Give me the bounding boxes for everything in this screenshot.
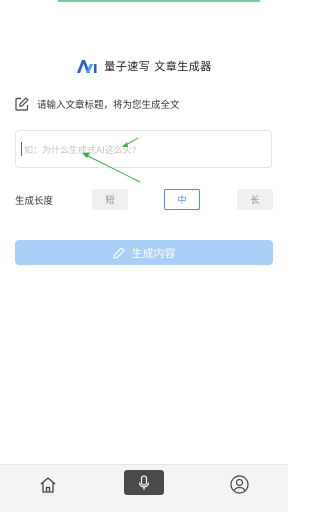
length-option-medium[interactable]: 中: [164, 189, 200, 210]
pencil-icon: [112, 246, 125, 259]
app-screen: 量子速写 文章生成器 请输入文章标题，将为您生成全文 如：为什么生成式AI这么火…: [0, 0, 288, 512]
edit-icon: [15, 97, 29, 111]
microphone-button[interactable]: [124, 470, 164, 495]
article-title-placeholder: 如：为什么生成式AI这么火?: [24, 145, 137, 156]
prompt-row: 请输入文章标题，将为您生成全文: [15, 97, 180, 111]
generate-content-button[interactable]: 生成内容: [15, 240, 273, 265]
user-icon[interactable]: [230, 475, 249, 494]
app-header: 量子速写 文章生成器: [0, 56, 288, 76]
bottom-nav-bar: [0, 464, 288, 512]
prompt-text: 请输入文章标题，将为您生成全文: [37, 100, 180, 111]
generate-content-label: 生成内容: [131, 246, 176, 260]
text-caret: [21, 142, 22, 156]
home-icon[interactable]: [39, 476, 57, 494]
microphone-icon: [138, 474, 150, 490]
length-option-short[interactable]: 短: [92, 189, 128, 210]
length-selector: 生成长度 短 中 长: [15, 189, 273, 211]
length-option-long[interactable]: 长: [237, 189, 273, 210]
app-title: 量子速写 文章生成器: [104, 60, 212, 73]
length-label: 生成长度: [15, 196, 54, 207]
top-accent-line: [58, 0, 260, 2]
article-title-input[interactable]: 如：为什么生成式AI这么火?: [15, 130, 272, 168]
app-logo-icon: [77, 60, 97, 73]
